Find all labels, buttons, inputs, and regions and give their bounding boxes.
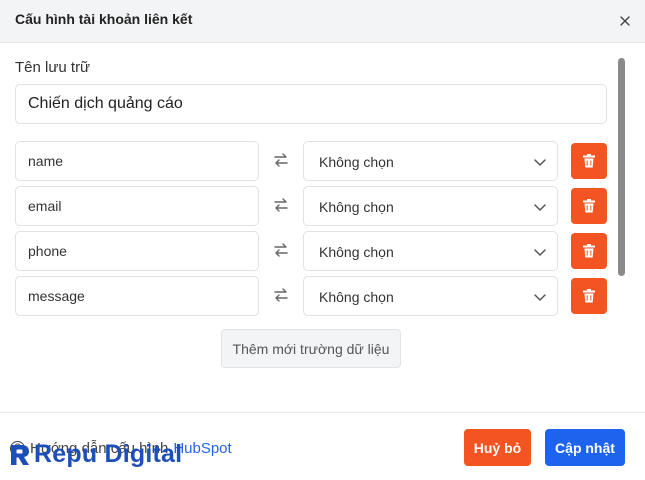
target-field-select[interactable]: Không chọn bbox=[303, 186, 558, 226]
swap-arrows-icon bbox=[274, 243, 288, 257]
source-field-input[interactable] bbox=[15, 186, 259, 226]
update-button[interactable]: Cập nhật bbox=[545, 429, 625, 466]
logo-text: Repu Digital bbox=[34, 440, 183, 468]
close-button[interactable] bbox=[613, 9, 637, 33]
swap-arrows-icon bbox=[274, 153, 288, 167]
target-field-select[interactable]: Không chọn bbox=[303, 231, 558, 271]
storage-name-label: Tên lưu trữ bbox=[15, 59, 91, 76]
target-field-select[interactable]: Không chọn bbox=[303, 276, 558, 316]
source-field-input[interactable] bbox=[15, 141, 259, 181]
mapping-row: Không chọn bbox=[15, 141, 607, 181]
source-field-input[interactable] bbox=[15, 231, 259, 271]
target-field-value: Không chọn bbox=[319, 199, 394, 215]
mapping-row: Không chọn bbox=[15, 276, 607, 316]
trash-icon bbox=[583, 244, 595, 258]
chevron-down-icon bbox=[534, 204, 546, 211]
dialog-title: Cấu hình tài khoản liên kết bbox=[15, 11, 193, 27]
dialog-header: Cấu hình tài khoản liên kết bbox=[0, 0, 645, 43]
delete-mapping-button[interactable] bbox=[571, 233, 607, 269]
chevron-down-icon bbox=[534, 294, 546, 301]
delete-mapping-button[interactable] bbox=[571, 278, 607, 314]
trash-icon bbox=[583, 199, 595, 213]
storage-name-input[interactable] bbox=[15, 84, 607, 124]
repu-logo-icon bbox=[11, 444, 29, 465]
delete-mapping-button[interactable] bbox=[571, 143, 607, 179]
trash-icon bbox=[583, 289, 595, 303]
swap-arrows-icon bbox=[274, 288, 288, 302]
mapping-row: Không chọn bbox=[15, 231, 607, 271]
mapping-row: Không chọn bbox=[15, 186, 607, 226]
dialog-footer: ? Hướng dẫn cấu hình HubSpot Repu Digita… bbox=[0, 412, 645, 480]
trash-icon bbox=[583, 154, 595, 168]
target-field-select[interactable]: Không chọn bbox=[303, 141, 558, 181]
dialog-body: Tên lưu trữ Không chọn bbox=[0, 44, 645, 412]
cancel-button[interactable]: Huỷ bỏ bbox=[464, 429, 531, 466]
source-field-input[interactable] bbox=[15, 276, 259, 316]
watermark-logo: Repu Digital bbox=[9, 442, 182, 467]
vertical-scrollbar[interactable] bbox=[618, 58, 625, 276]
delete-mapping-button[interactable] bbox=[571, 188, 607, 224]
config-dialog: Cấu hình tài khoản liên kết Tên lưu trữ … bbox=[0, 0, 645, 480]
chevron-down-icon bbox=[534, 159, 546, 166]
target-field-value: Không chọn bbox=[319, 154, 394, 170]
target-field-value: Không chọn bbox=[319, 244, 394, 260]
add-field-button[interactable]: Thêm mới trường dữ liệu bbox=[221, 329, 401, 368]
target-field-value: Không chọn bbox=[319, 289, 394, 305]
swap-arrows-icon bbox=[274, 198, 288, 212]
chevron-down-icon bbox=[534, 249, 546, 256]
close-icon bbox=[620, 16, 630, 26]
